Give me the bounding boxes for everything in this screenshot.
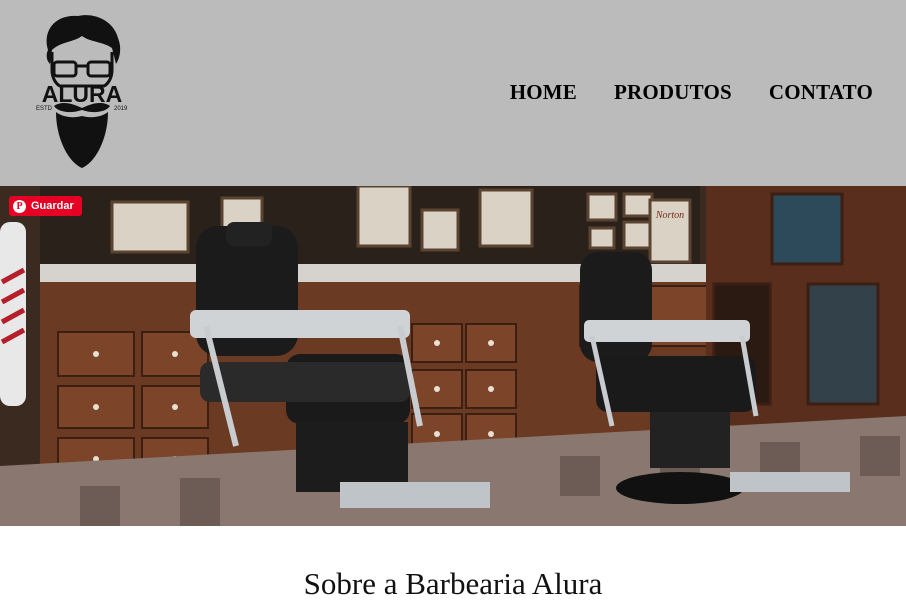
brand-est-left: ESTD (36, 106, 53, 112)
site-header: ALURA ESTD 2019 HOME PRODUTOS CONTATO (0, 0, 906, 186)
nav-home-link[interactable]: HOME (510, 80, 577, 105)
brand-name: ALURA (42, 81, 123, 107)
bearded-man-logo-icon: ALURA ESTD 2019 (36, 15, 128, 168)
alura-logo[interactable]: ALURA ESTD 2019 (34, 12, 130, 172)
pinterest-icon: P (13, 199, 26, 213)
brand-est-right: 2019 (114, 106, 128, 112)
pinterest-save-button[interactable]: P Guardar (9, 196, 82, 216)
main-nav: HOME PRODUTOS CONTATO (510, 80, 873, 105)
barbershop-banner-image: Norton (0, 186, 906, 526)
nav-contato-link[interactable]: CONTATO (769, 80, 873, 105)
page-title: Sobre a Barbearia Alura (303, 566, 603, 601)
pinterest-save-label: Guardar (31, 200, 74, 212)
norton-poster-text: Norton (655, 210, 684, 221)
nav-produtos-link[interactable]: PRODUTOS (614, 80, 732, 105)
